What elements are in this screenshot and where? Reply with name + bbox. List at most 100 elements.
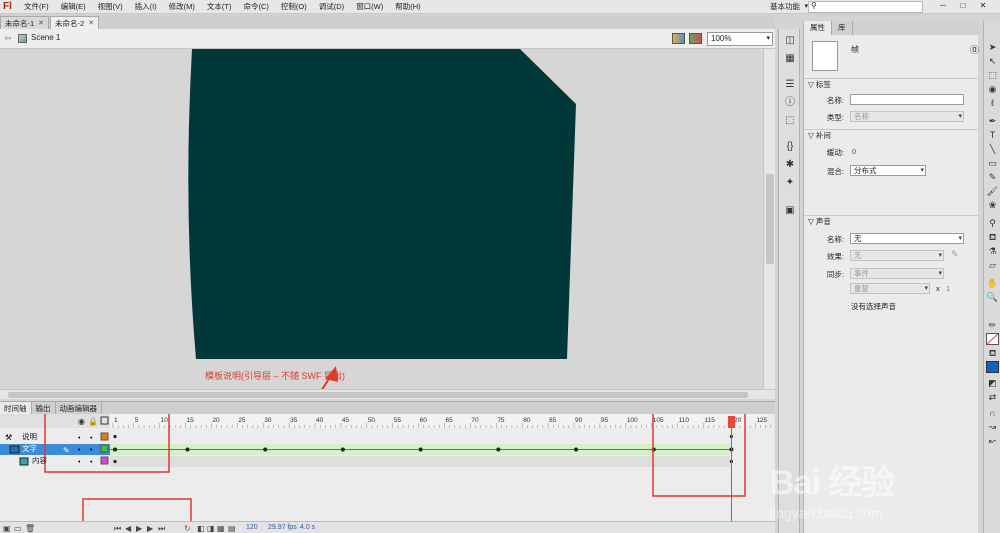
keyframe[interactable]	[340, 447, 345, 452]
ease-value[interactable]: 0	[852, 147, 856, 156]
keyframe[interactable]	[185, 447, 190, 452]
code-snippets-icon[interactable]: {}	[784, 141, 796, 152]
line-tool-icon[interactable]: ╲	[986, 143, 999, 155]
paint-bucket-tool-icon[interactable]: ⛾	[986, 231, 999, 243]
tab-output[interactable]: 输出	[32, 402, 56, 414]
subselection-tool-icon[interactable]: ↖	[986, 55, 999, 67]
repeat-select[interactable]: 重复 ▾	[850, 283, 930, 294]
menu-window[interactable]: 窗口(W)	[350, 0, 389, 14]
close-button[interactable]: ✕	[974, 0, 992, 12]
onion-markers-icon[interactable]: ▤	[228, 523, 236, 533]
effect-select[interactable]: 无 ▾	[850, 250, 944, 261]
step-forward-icon[interactable]: ▶	[147, 523, 153, 533]
loop-icon[interactable]: ↻	[184, 523, 191, 533]
no-stroke-swatch[interactable]	[986, 333, 999, 345]
current-frame[interactable]: 120	[246, 522, 258, 533]
bone-tool-icon[interactable]: ⚲	[986, 217, 999, 229]
doc-tab-2[interactable]: 未命名-2 ✕	[50, 16, 100, 30]
pencil-tool-icon[interactable]: ✎	[986, 171, 999, 183]
frames-span[interactable]	[110, 456, 730, 467]
black-white-icon[interactable]: ◩	[986, 377, 999, 389]
hand-tool-icon[interactable]: ✋	[986, 277, 999, 289]
menu-control[interactable]: 控制(O)	[275, 0, 313, 14]
layer-name[interactable]: 说明	[22, 431, 37, 442]
stage-shape[interactable]	[188, 49, 576, 359]
transform-icon[interactable]: ⬚	[784, 115, 796, 126]
edit-multiple-icon[interactable]: ▦	[217, 523, 225, 533]
horizontal-scrollbar[interactable]	[0, 389, 775, 399]
swatches-icon[interactable]: ▦	[784, 53, 796, 64]
layer-name[interactable]: 文字	[22, 443, 37, 454]
layer-name[interactable]: 内容	[32, 455, 47, 466]
lock-icon[interactable]: 🔒	[88, 417, 98, 426]
pen-tool-icon[interactable]: ✒	[986, 115, 999, 127]
edit-symbols-icon[interactable]	[689, 33, 702, 44]
fill-color-icon[interactable]: ⛾	[986, 347, 999, 359]
first-frame-icon[interactable]: ⏮	[114, 523, 121, 533]
info-icon[interactable]: ⓘ	[784, 97, 796, 108]
eyedropper-tool-icon[interactable]: ⚗	[986, 245, 999, 257]
close-icon[interactable]: ✕	[38, 17, 44, 30]
section-sound[interactable]: ▽ 声音	[804, 215, 979, 226]
close-icon[interactable]: ✕	[88, 17, 94, 30]
play-icon[interactable]: ▶	[136, 523, 142, 533]
minimize-button[interactable]: －	[934, 0, 952, 12]
frame-name-input[interactable]	[850, 94, 964, 105]
tab-motion-editor[interactable]: 动画编辑器	[56, 402, 102, 414]
eye-icon[interactable]: ◉	[78, 417, 85, 426]
menu-commands[interactable]: 命令(C)	[238, 0, 275, 14]
scene-panel-icon[interactable]: ▣	[784, 205, 796, 216]
zoom-tool-icon[interactable]: 🔍	[986, 291, 999, 303]
blend-select[interactable]: 分布式 ▾	[850, 165, 926, 176]
stage[interactable]: 模板说明(引导层 – 不随 SWF 导出)	[0, 49, 763, 389]
search-input[interactable]: ⚲	[808, 1, 923, 13]
menu-file[interactable]: 文件(F)	[18, 0, 55, 14]
new-folder-icon[interactable]: ▭	[14, 523, 22, 533]
menu-modify[interactable]: 修改(M)	[163, 0, 201, 14]
menu-debug[interactable]: 调试(D)	[313, 0, 350, 14]
selection-tool-icon[interactable]: ➤	[986, 41, 999, 53]
deco-tool-icon[interactable]: ❀	[986, 199, 999, 211]
smooth-icon[interactable]: ↝	[986, 421, 999, 433]
scroll-thumb[interactable]	[8, 392, 748, 398]
motion-presets-icon[interactable]: ✦	[784, 177, 796, 188]
workspace-switcher[interactable]: 基本功能	[770, 0, 800, 14]
lasso-tool-icon[interactable]: ℓ	[986, 97, 999, 109]
layer-color-box[interactable]	[100, 432, 109, 441]
tab-properties[interactable]: 属性	[804, 21, 832, 35]
onion-skin-icon[interactable]: ◧	[197, 523, 205, 533]
last-frame-icon[interactable]: ⏭	[158, 523, 165, 533]
help-icon[interactable]: ⓪	[970, 43, 979, 56]
brush-tool-icon[interactable]: 🖌	[986, 185, 999, 197]
keyframe[interactable]	[113, 434, 117, 439]
text-tool-icon[interactable]: T	[986, 129, 999, 141]
tab-timeline[interactable]: 时间轴	[0, 402, 32, 414]
menu-text[interactable]: 文本(T)	[201, 0, 238, 14]
scroll-thumb[interactable]	[766, 174, 774, 264]
maximize-button[interactable]: □	[954, 0, 972, 12]
eraser-tool-icon[interactable]: ▱	[986, 259, 999, 271]
sync-select[interactable]: 事件 ▾	[850, 268, 944, 279]
scene-label[interactable]: Scene 1	[31, 33, 60, 42]
frame-rate[interactable]: 29.97 fps	[268, 522, 297, 533]
step-back-icon[interactable]: ◀	[125, 523, 131, 533]
align-icon[interactable]: ☰	[784, 79, 796, 90]
onion-outline-icon[interactable]: ◨	[207, 523, 215, 533]
sound-name-select[interactable]: 无 ▾	[850, 233, 964, 244]
menu-view[interactable]: 视图(V)	[92, 0, 129, 14]
fill-color-swatch[interactable]	[986, 361, 999, 373]
edit-envelope-icon[interactable]: ✎	[951, 249, 959, 260]
snap-magnet-icon[interactable]: ∩	[986, 407, 999, 419]
rectangle-tool-icon[interactable]: ▭	[986, 157, 999, 169]
keyframe[interactable]	[113, 447, 117, 452]
menu-insert[interactable]: 插入(I)	[129, 0, 163, 14]
stage-canvas[interactable]	[0, 49, 763, 389]
keyframe[interactable]	[113, 459, 117, 464]
color-panel-icon[interactable]: ◫	[784, 35, 796, 46]
type-select[interactable]: 名称 ▾	[850, 111, 964, 122]
doc-tab-1[interactable]: 未命名-1 ✕	[0, 16, 50, 30]
back-arrow-icon[interactable]: ⇦	[4, 33, 12, 44]
swap-colors-icon[interactable]: ⇄	[986, 391, 999, 403]
tab-library[interactable]: 库	[832, 21, 853, 35]
delete-layer-icon[interactable]: 🗑	[25, 523, 35, 533]
